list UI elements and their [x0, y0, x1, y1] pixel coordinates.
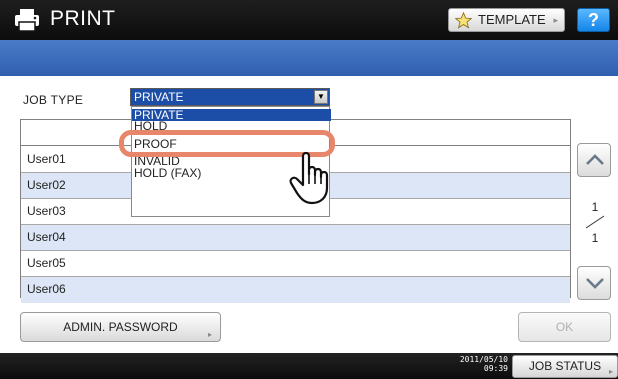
page-current: 1	[591, 200, 599, 214]
job-status-arrow-icon: ▸	[608, 367, 613, 376]
help-button[interactable]: ?	[577, 8, 610, 32]
status-time: 09:39	[483, 364, 508, 373]
table-row[interactable]: User06	[21, 277, 570, 303]
scroll-up-button[interactable]	[577, 143, 611, 177]
admin-arrow-icon: ▸	[207, 330, 212, 339]
page-total: 1	[591, 231, 599, 245]
chevron-down-icon	[586, 278, 604, 289]
hand-pointer-icon	[289, 151, 329, 205]
table-row[interactable]: User04	[21, 225, 570, 251]
star-icon	[455, 12, 472, 29]
job-status-button[interactable]: JOB STATUS ▸	[512, 355, 618, 378]
job-type-select[interactable]: PRIVATE ▼	[130, 88, 330, 106]
status-date: 2011/05/10	[459, 355, 508, 364]
template-button[interactable]: TEMPLATE ▸	[448, 8, 565, 32]
table-row[interactable]: User05	[21, 251, 570, 277]
template-label: TEMPLATE	[478, 12, 546, 27]
dropdown-arrow-icon[interactable]: ▼	[314, 90, 328, 104]
header-band	[0, 40, 618, 76]
job-status-label: JOB STATUS	[528, 359, 602, 373]
scroll-down-button[interactable]	[577, 266, 611, 300]
job-type-label: JOB TYPE	[23, 93, 84, 107]
admin-password-label: ADMIN. PASSWORD	[63, 320, 178, 334]
template-arrow-icon: ▸	[553, 15, 558, 25]
page-separator	[585, 215, 605, 229]
printer-icon	[15, 9, 39, 32]
page-title: PRINT	[50, 7, 116, 30]
chevron-up-icon	[586, 154, 604, 165]
ok-button[interactable]: OK	[518, 312, 611, 342]
admin-password-button[interactable]: ADMIN. PASSWORD ▸	[20, 312, 221, 342]
job-type-selected-value: PRIVATE	[134, 90, 184, 104]
